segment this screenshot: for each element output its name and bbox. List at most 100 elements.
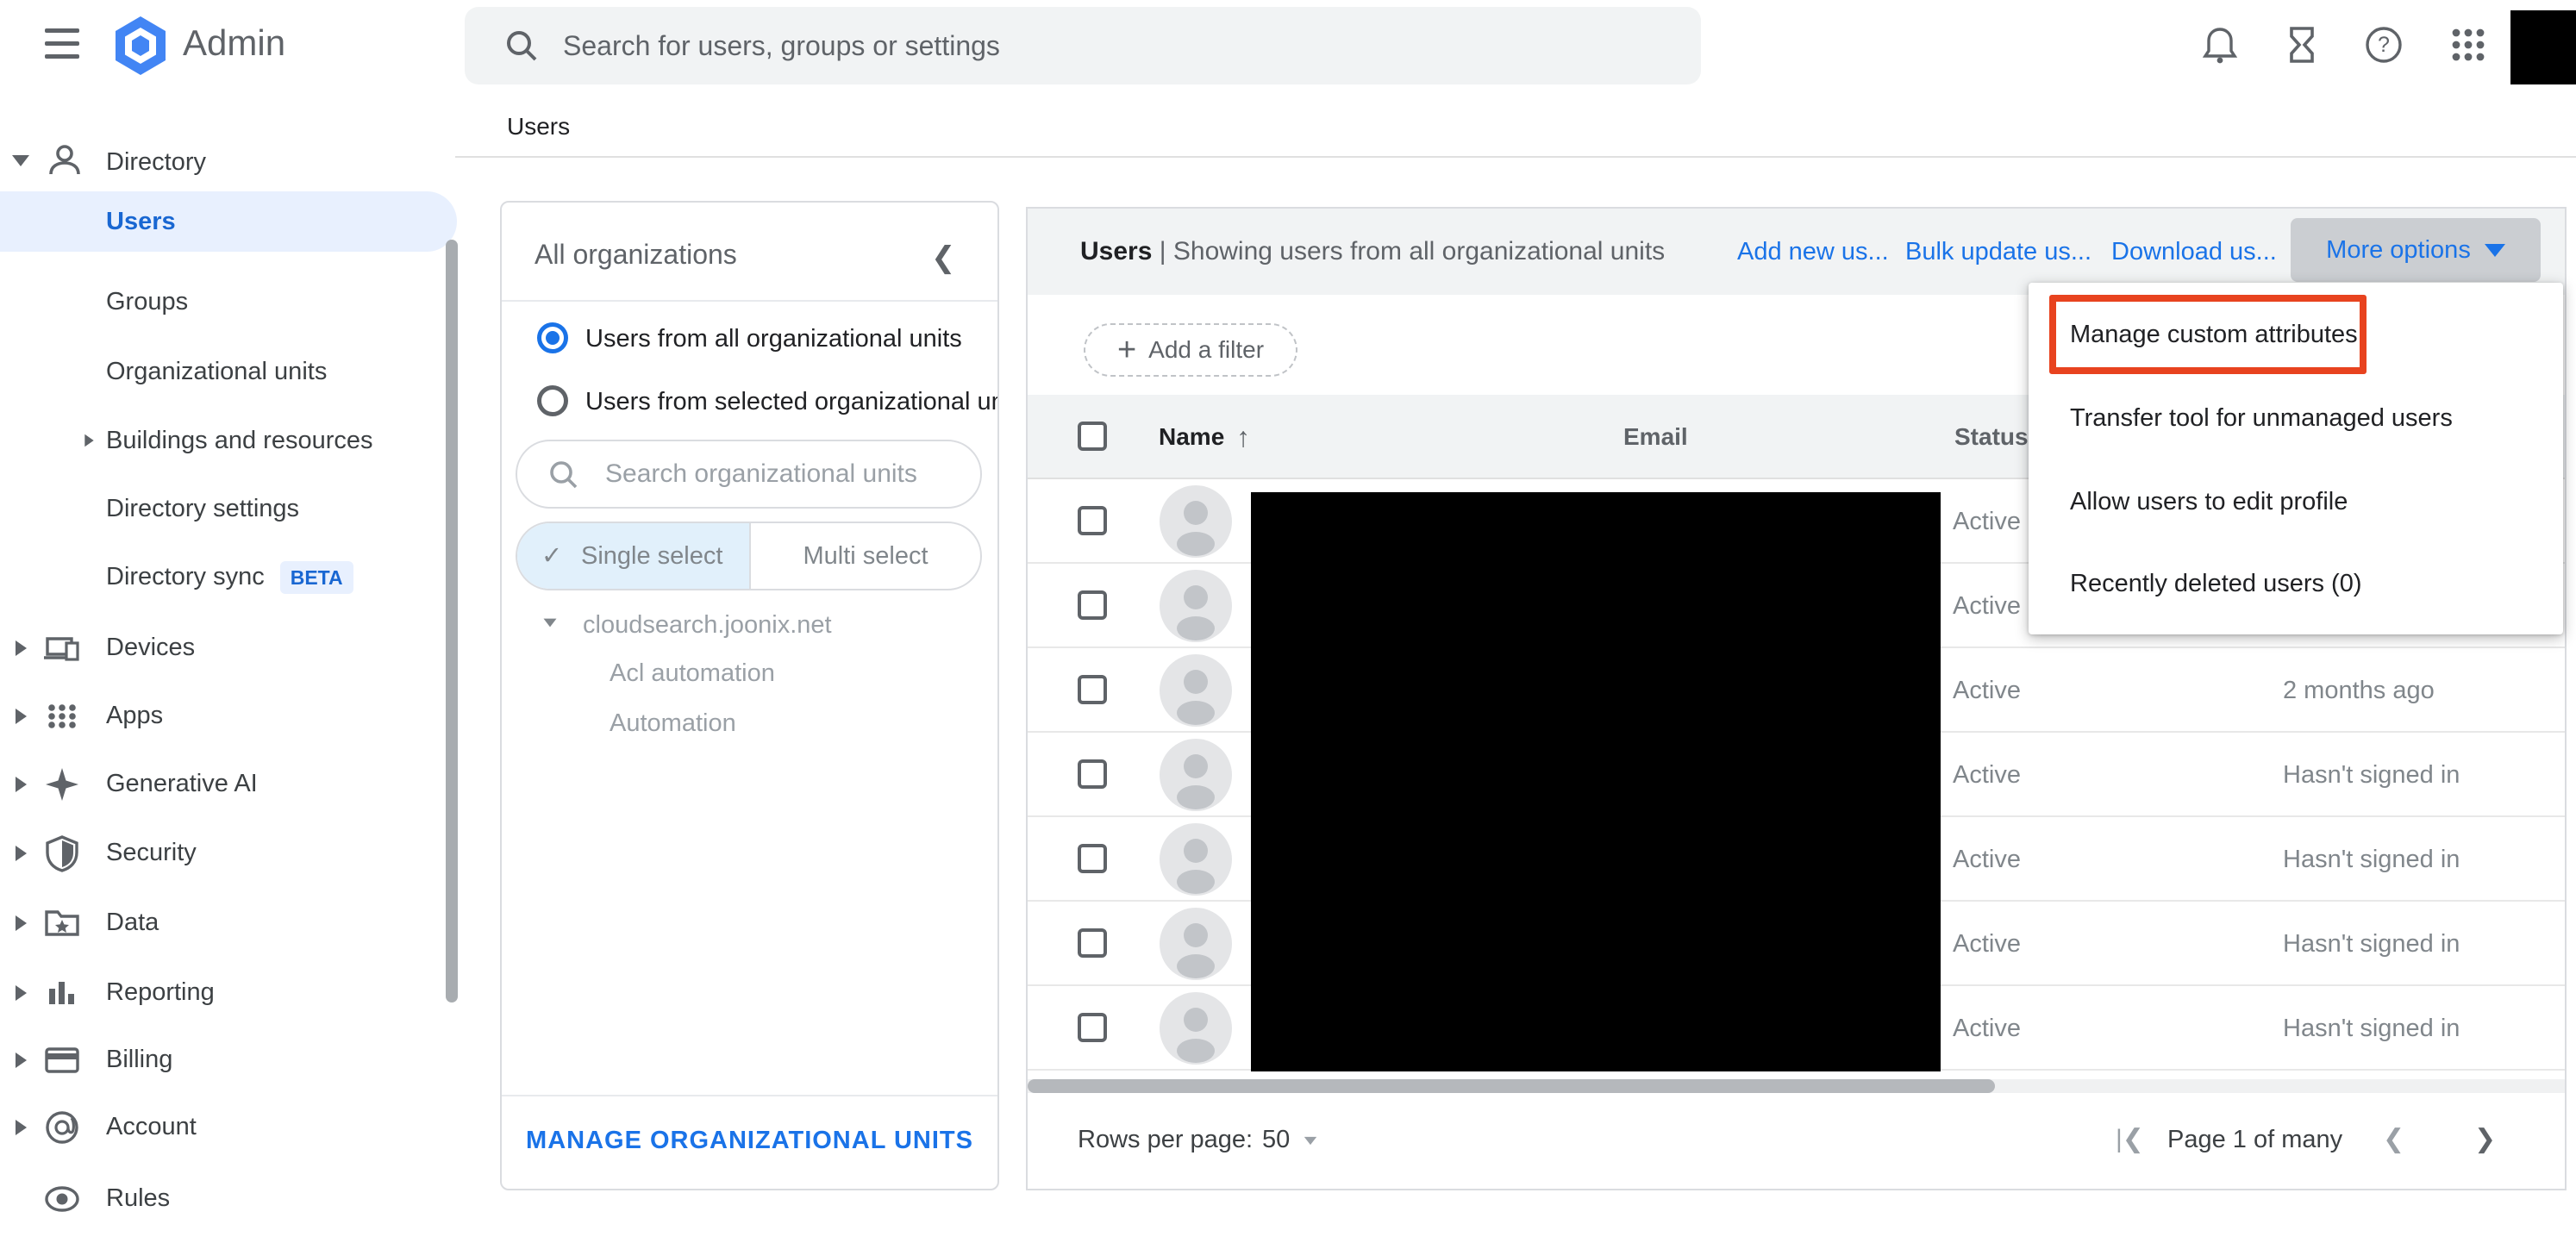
sidebar-item-label: Billing	[106, 1029, 172, 1090]
sidebar-item-directory-sync[interactable]: Directory syncBETA	[106, 547, 353, 607]
svg-text:?: ?	[2378, 33, 2390, 57]
sidebar-item-directory-settings[interactable]: Directory settings	[106, 478, 299, 539]
more-options-label: More options	[2326, 236, 2471, 265]
sidebar-item-data[interactable]: Data	[0, 892, 448, 953]
sidebar-item-apps[interactable]: Apps	[0, 685, 448, 746]
row-checkbox[interactable]	[1078, 759, 1107, 789]
radio-selected-org-units[interactable]	[537, 385, 568, 416]
manage-organizational-units-button[interactable]: MANAGE ORGANIZATIONAL UNITS	[502, 1127, 997, 1155]
column-header-email[interactable]: Email	[1623, 395, 1688, 479]
help-icon[interactable]: ?	[2363, 24, 2404, 66]
notifications-bell-icon[interactable]	[2199, 24, 2241, 66]
tree-expand-caret-icon[interactable]	[544, 619, 557, 628]
caret-right-icon[interactable]	[84, 434, 93, 447]
sidebar-item-label: Data	[106, 892, 159, 953]
radio-selected-org-units-label: Users from selected organizational units	[585, 388, 999, 416]
sidebar-item-label: Security	[106, 822, 197, 883]
header-divider	[455, 156, 2576, 158]
next-page-icon[interactable]: ❯	[2474, 1114, 2496, 1165]
tree-child-org-unit[interactable]: Automation	[610, 709, 736, 738]
caret-right-icon	[16, 1052, 27, 1068]
horizontal-scrollbar-track[interactable]	[1028, 1079, 2565, 1093]
tree-child-org-unit[interactable]: Acl automation	[610, 659, 775, 688]
menu-item-allow-users-edit-profile[interactable]: Allow users to edit profile	[2070, 484, 2348, 519]
search-icon	[547, 458, 581, 492]
sidebar-item-label: Account	[106, 1096, 197, 1157]
rows-per-page-caret-icon[interactable]	[1304, 1137, 1316, 1145]
global-search-input[interactable]: Search for users, groups or settings	[465, 7, 1701, 84]
column-header-status[interactable]: Status	[1954, 395, 2029, 479]
sparkle-icon	[42, 765, 82, 804]
sidebar-item-billing[interactable]: Billing	[0, 1029, 448, 1090]
last-sign-in-cell: 2 months ago	[2283, 648, 2435, 733]
status-cell: Active	[1953, 902, 2021, 986]
sidebar-item-devices[interactable]: Devices	[0, 617, 448, 678]
sort-ascending-icon[interactable]: ↑	[1236, 395, 1250, 479]
collapse-panel-icon[interactable]: ❮	[931, 240, 956, 275]
sidebar-item-security[interactable]: Security	[0, 822, 448, 883]
row-checkbox[interactable]	[1078, 506, 1107, 535]
sidebar-item-account[interactable]: Account	[0, 1096, 448, 1157]
previous-page-icon[interactable]: ❮	[2383, 1114, 2404, 1165]
hourglass-icon[interactable]	[2281, 24, 2323, 66]
tree-root-org-unit[interactable]: cloudsearch.joonix.net	[583, 610, 832, 640]
row-checkbox[interactable]	[1078, 844, 1107, 873]
sidebar-item-organizational-units[interactable]: Organizational units	[106, 341, 327, 402]
breadcrumb: Users	[507, 110, 570, 143]
download-users-link[interactable]: Download us...	[2111, 209, 2277, 295]
sidebar-item-rules[interactable]: Rules	[0, 1168, 448, 1228]
menu-item-recently-deleted-users[interactable]: Recently deleted users (0)	[2070, 566, 2362, 601]
multi-select-tab[interactable]: Multi select	[749, 523, 982, 589]
menu-item-transfer-tool[interactable]: Transfer tool for unmanaged users	[2070, 401, 2453, 435]
column-header-name[interactable]: Name	[1159, 395, 1224, 479]
select-all-checkbox[interactable]	[1078, 422, 1107, 451]
devices-icon	[42, 628, 82, 668]
rows-per-page-value[interactable]: 50	[1262, 1114, 1290, 1165]
redacted-data-block	[1251, 492, 1941, 1071]
dropdown-caret-icon	[2485, 244, 2505, 257]
sidebar-item-groups[interactable]: Groups	[106, 272, 188, 332]
search-icon	[503, 27, 541, 65]
users-title-bold: Users	[1080, 237, 1152, 265]
sidebar-item-directory[interactable]: Directory	[106, 132, 206, 192]
sidebar-item-reporting[interactable]: Reporting	[0, 962, 448, 1022]
single-select-tab[interactable]: ✓ Single select	[517, 523, 751, 589]
sidebar-item-buildings-and-resources[interactable]: Buildings and resources	[106, 410, 373, 471]
apps-grid-icon[interactable]	[2448, 24, 2489, 66]
radio-all-org-units-label: Users from all organizational units	[585, 325, 962, 353]
last-sign-in-cell: Hasn't signed in	[2283, 986, 2460, 1071]
sidebar-scrollbar[interactable]	[446, 240, 458, 1003]
sidebar-item-users-selected[interactable]: Users	[0, 191, 457, 252]
directory-expand-caret-icon[interactable]	[12, 155, 29, 166]
bulk-update-users-link[interactable]: Bulk update us...	[1905, 209, 2091, 295]
org-search-placeholder: Search organizational units	[605, 441, 917, 507]
last-sign-in-cell: Hasn't signed in	[2283, 902, 2460, 986]
last-sign-in-cell: Hasn't signed in	[2283, 733, 2460, 817]
hamburger-menu-icon[interactable]	[45, 28, 79, 61]
page-info: Page 1 of many	[2167, 1114, 2342, 1165]
bar-chart-icon	[42, 973, 82, 1013]
sidebar-item-label: Rules	[106, 1168, 170, 1228]
row-checkbox[interactable]	[1078, 928, 1107, 958]
organizations-panel-title: All organizations	[535, 239, 737, 271]
first-page-icon[interactable]: |❮	[2116, 1114, 2144, 1165]
status-cell: Active	[1953, 648, 2021, 733]
users-panel-title: Users | Showing users from all organizat…	[1080, 209, 1665, 295]
single-select-label: Single select	[581, 523, 722, 589]
add-new-user-link[interactable]: Add new us...	[1737, 209, 1889, 295]
admin-console-screen: Admin Search for users, groups or settin…	[0, 0, 2576, 1243]
users-panel-header: Users | Showing users from all organizat…	[1028, 209, 2565, 295]
row-checkbox[interactable]	[1078, 675, 1107, 704]
row-checkbox[interactable]	[1078, 590, 1107, 620]
rules-icon	[42, 1179, 82, 1219]
org-units-search-input[interactable]: Search organizational units	[516, 440, 982, 509]
horizontal-scrollbar-thumb[interactable]	[1028, 1079, 1995, 1093]
account-avatar[interactable]	[2510, 10, 2576, 84]
add-filter-button[interactable]: + Add a filter	[1084, 323, 1297, 377]
row-checkbox[interactable]	[1078, 1013, 1107, 1042]
more-options-button[interactable]: More options	[2291, 218, 2541, 282]
radio-dot	[546, 331, 560, 345]
caret-right-icon	[16, 1120, 27, 1135]
sidebar-item-generative-ai[interactable]: Generative AI	[0, 753, 448, 814]
radio-all-org-units[interactable]	[537, 322, 568, 353]
